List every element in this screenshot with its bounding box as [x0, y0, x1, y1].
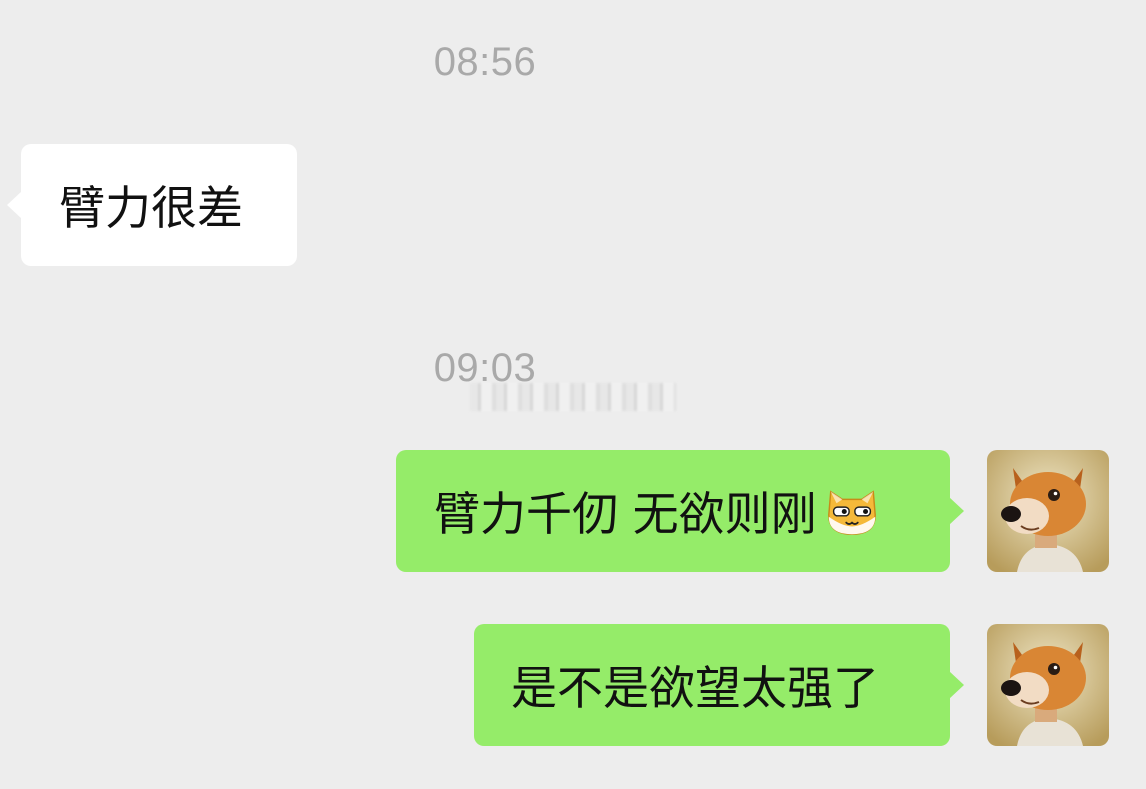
incoming-message-bubble[interactable]: 臂力很差 [7, 144, 297, 266]
message-text: 臂力很差 [59, 181, 243, 235]
message-text: 臂力千仞 无欲则刚 [434, 487, 817, 541]
redacted-overlay [470, 383, 676, 411]
cat-face-emoji-icon [827, 490, 876, 535]
shiba-dog-avatar-icon[interactable] [987, 624, 1109, 746]
timestamp: 08:56 [433, 40, 537, 84]
shiba-dog-avatar-icon[interactable] [987, 450, 1109, 572]
outgoing-message-bubble[interactable]: 臂力千仞 无欲则刚 [396, 450, 964, 572]
outgoing-message-bubble[interactable]: 是不是欲望太强了 [474, 624, 964, 746]
message-text: 是不是欲望太强了 [511, 661, 879, 715]
